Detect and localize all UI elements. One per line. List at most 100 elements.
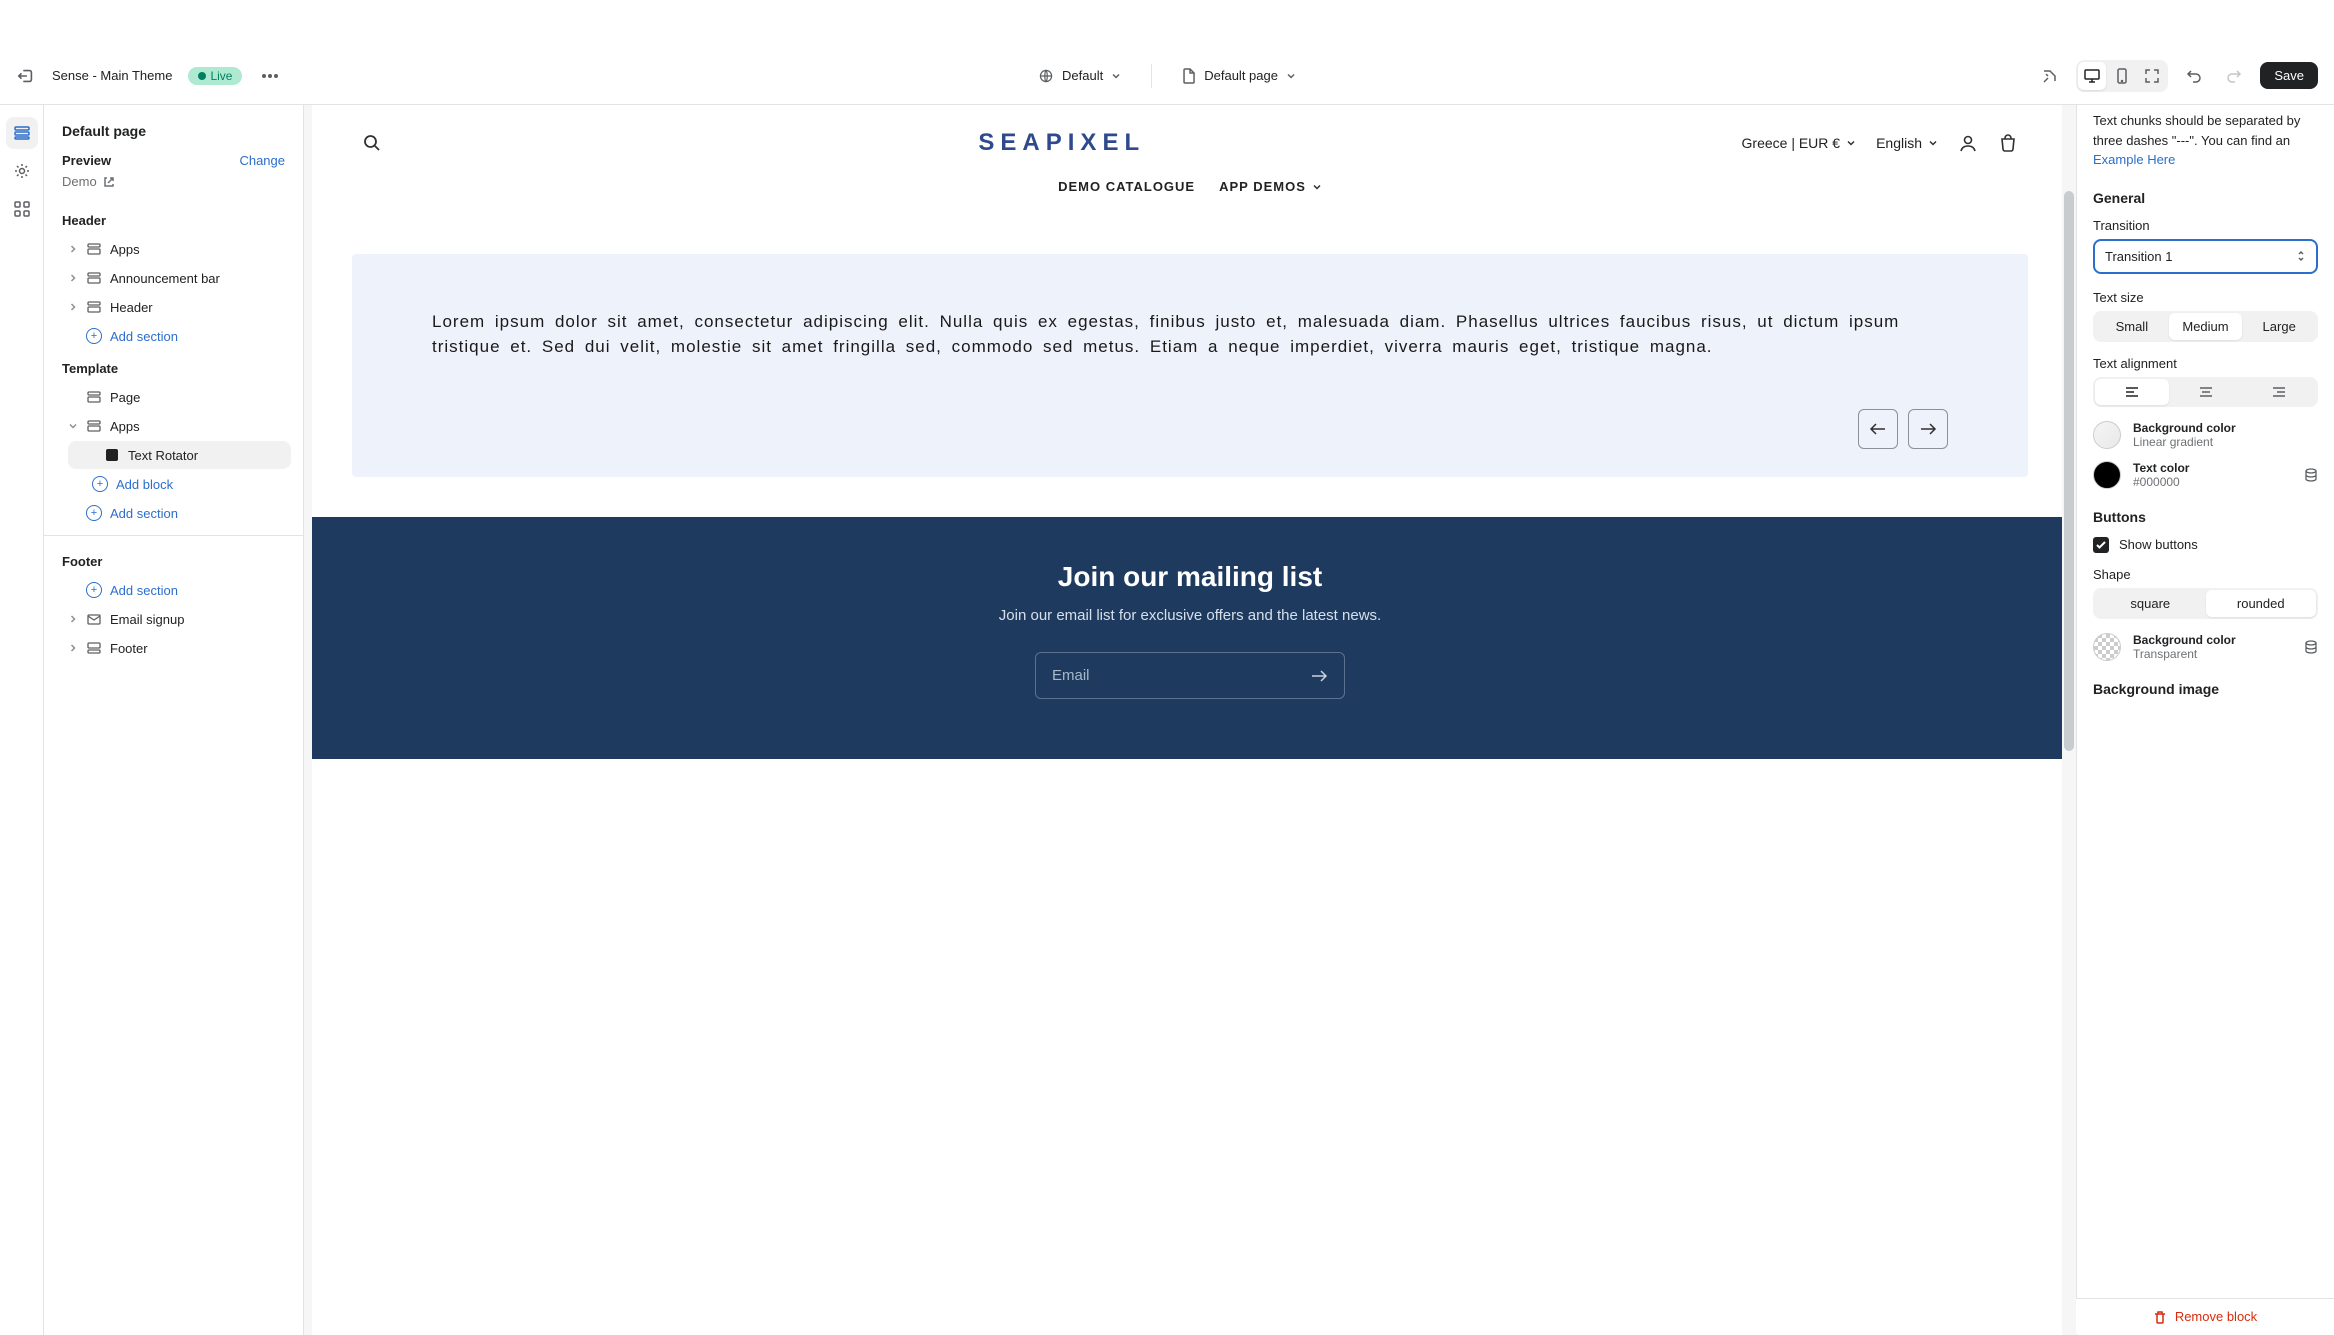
inspector-icon <box>2042 68 2058 84</box>
sidebar-item-header[interactable]: Header <box>50 293 297 321</box>
language-selector[interactable]: English <box>1876 135 1938 151</box>
inspector-toggle-button[interactable] <box>2036 62 2064 90</box>
sidebar-item-apps[interactable]: Apps <box>50 235 297 263</box>
section-icon <box>86 640 102 656</box>
fullscreen-view-button[interactable] <box>2138 62 2166 90</box>
sidebar-item-template-apps[interactable]: Apps <box>50 412 297 440</box>
text-size-label: Text size <box>2093 290 2318 305</box>
page-dropdown[interactable]: Default page <box>1172 62 1306 90</box>
add-section-footer-button[interactable]: + Add section <box>50 576 297 604</box>
button-bg-value: Transparent <box>2133 647 2292 661</box>
sidebar-item-email-signup[interactable]: Email signup <box>50 605 297 633</box>
text-align-label: Text alignment <box>2093 356 2318 371</box>
hint-text: Text chunks should be separated by three… <box>2093 105 2318 170</box>
user-icon <box>1958 133 1978 153</box>
sidebar-item-page[interactable]: Page <box>50 383 297 411</box>
align-left[interactable] <box>2095 379 2169 405</box>
size-large[interactable]: Large <box>2242 313 2316 340</box>
apps-rail-button[interactable] <box>6 193 38 225</box>
search-button[interactable] <box>362 133 382 153</box>
arrow-right-icon[interactable] <box>1310 669 1328 683</box>
text-color-swatch <box>2093 461 2121 489</box>
undo-button[interactable] <box>2180 62 2208 90</box>
sidebar-item-text-rotator[interactable]: Text Rotator <box>68 441 291 469</box>
save-button[interactable]: Save <box>2260 62 2318 89</box>
add-section-template-button[interactable]: + Add section <box>50 499 297 527</box>
text-align-segmented <box>2093 377 2318 407</box>
exit-button[interactable] <box>16 66 36 86</box>
preview-row: Preview Change <box>44 149 303 172</box>
redo-button[interactable] <box>2220 62 2248 90</box>
cart-button[interactable] <box>1998 133 2018 153</box>
button-bg-label: Background color <box>2133 633 2292 647</box>
prev-button[interactable] <box>1858 409 1898 449</box>
globe-icon <box>1038 68 1054 84</box>
transition-select[interactable]: Transition 1 <box>2093 239 2318 274</box>
template-group-label: Template <box>44 351 303 382</box>
align-right[interactable] <box>2242 379 2316 405</box>
locale-label: Default <box>1062 68 1103 83</box>
sidebar-item-footer[interactable]: Footer <box>50 634 297 662</box>
section-icon <box>86 241 102 257</box>
example-link[interactable]: Example Here <box>2093 152 2175 167</box>
sections-rail-button[interactable] <box>6 117 38 149</box>
item-label: Email signup <box>110 612 184 627</box>
bg-color-row[interactable]: Background color Linear gradient <box>2093 421 2318 449</box>
envelope-icon <box>86 611 102 627</box>
add-section-header-button[interactable]: + Add section <box>50 322 297 350</box>
canvas-scrollbar[interactable] <box>2062 105 2076 1335</box>
add-block-button[interactable]: + Add block <box>50 470 297 498</box>
text-rotator-block[interactable]: Lorem ipsum dolor sit amet, consectetur … <box>352 254 2028 477</box>
mailing-heading: Join our mailing list <box>312 561 2068 593</box>
email-field[interactable] <box>1052 667 1310 684</box>
sidebar-item-announcement-bar[interactable]: Announcement bar <box>50 264 297 292</box>
plus-circle-icon: + <box>86 582 102 598</box>
add-block-label: Add block <box>116 477 173 492</box>
mailing-section: Join our mailing list Join our email lis… <box>312 517 2068 759</box>
nav-demo-catalogue[interactable]: DEMO CATALOGUE <box>1058 179 1195 194</box>
nav-app-demos[interactable]: APP DEMOS <box>1219 179 1322 194</box>
mobile-view-button[interactable] <box>2108 62 2136 90</box>
preview-label: Preview <box>62 153 111 168</box>
store-logo[interactable]: SEAPIXEL <box>978 129 1145 157</box>
desktop-view-button[interactable] <box>2078 62 2106 90</box>
database-icon[interactable] <box>2304 640 2318 654</box>
locale-dropdown[interactable]: Default <box>1028 62 1131 90</box>
size-small[interactable]: Small <box>2095 313 2169 340</box>
store-header: SEAPIXEL Greece | EUR € English <box>312 105 2068 165</box>
bg-color-value: Linear gradient <box>2133 435 2318 449</box>
more-menu-button[interactable] <box>258 70 282 82</box>
desktop-icon <box>2084 69 2100 83</box>
next-button[interactable] <box>1908 409 1948 449</box>
left-sidebar: Default page Preview Change Demo Header … <box>44 105 304 1335</box>
item-label: Footer <box>110 641 148 656</box>
section-icon <box>86 389 102 405</box>
shape-square[interactable]: square <box>2095 590 2206 617</box>
page-label: Default page <box>1204 68 1278 83</box>
account-button[interactable] <box>1958 133 1978 153</box>
database-icon[interactable] <box>2304 468 2318 482</box>
fullscreen-icon <box>2145 69 2159 83</box>
undo-icon <box>2186 68 2202 84</box>
transition-label: Transition <box>2093 218 2318 233</box>
align-center[interactable] <box>2169 379 2243 405</box>
item-label: Apps <box>110 419 140 434</box>
size-medium[interactable]: Medium <box>2169 313 2243 340</box>
button-bg-color-row[interactable]: Background color Transparent <box>2093 633 2318 661</box>
show-buttons-label: Show buttons <box>2119 537 2198 552</box>
settings-rail-button[interactable] <box>6 155 38 187</box>
remove-block-button[interactable]: Remove block <box>2076 1298 2334 1334</box>
change-preview-link[interactable]: Change <box>239 153 285 168</box>
topbar-center: Default Default page <box>1028 62 1306 90</box>
scrollbar-thumb[interactable] <box>2064 191 2074 751</box>
section-icon <box>86 270 102 286</box>
chevron-right-icon <box>68 244 78 254</box>
preview-demo-link[interactable]: Demo <box>44 172 303 203</box>
chevron-right-icon <box>68 273 78 283</box>
show-buttons-row[interactable]: Show buttons <box>2093 537 2318 553</box>
region-selector[interactable]: Greece | EUR € <box>1742 135 1857 151</box>
divider <box>1151 64 1152 88</box>
text-color-row[interactable]: Text color #000000 <box>2093 461 2318 489</box>
shape-rounded[interactable]: rounded <box>2206 590 2317 617</box>
show-buttons-checkbox[interactable] <box>2093 537 2109 553</box>
